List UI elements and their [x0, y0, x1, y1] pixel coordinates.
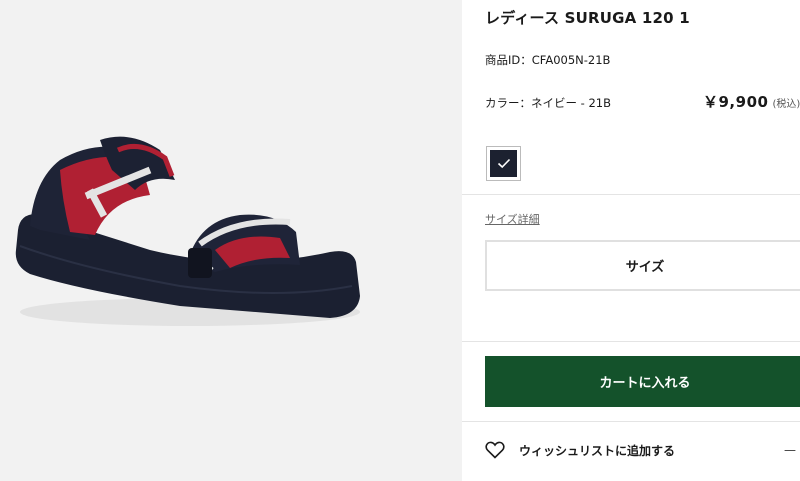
divider [462, 194, 800, 195]
product-id: 商品ID：CFA005N-21B [485, 53, 611, 67]
color-label: カラー：ネイビー - 21B [485, 96, 611, 110]
color-swatch-navy[interactable] [486, 146, 521, 181]
divider [462, 421, 800, 422]
wishlist-trail: — [784, 443, 796, 457]
tax-note: (税込) [772, 99, 800, 110]
product-image-panel [0, 0, 462, 481]
heart-icon [485, 441, 505, 459]
check-icon [497, 158, 510, 169]
divider [462, 341, 800, 342]
add-to-wishlist-button[interactable]: ウィッシュリストに追加する [485, 437, 675, 463]
price: ￥9,900 (税込) [703, 91, 800, 112]
add-to-cart-button[interactable]: カートに入れる [485, 356, 800, 407]
wishlist-label: ウィッシュリストに追加する [519, 443, 676, 458]
product-info-panel: レディース SURUGA 120 1 商品ID：CFA005N-21B カラー：… [462, 0, 800, 481]
swatch-fill [490, 150, 517, 177]
product-title: レディース SURUGA 120 1 [485, 9, 690, 27]
size-select-button[interactable]: サイズ [485, 240, 800, 291]
size-guide-link[interactable]: サイズ詳細 [485, 211, 540, 227]
price-value: ￥9,900 [703, 93, 769, 111]
product-image [15, 136, 361, 326]
